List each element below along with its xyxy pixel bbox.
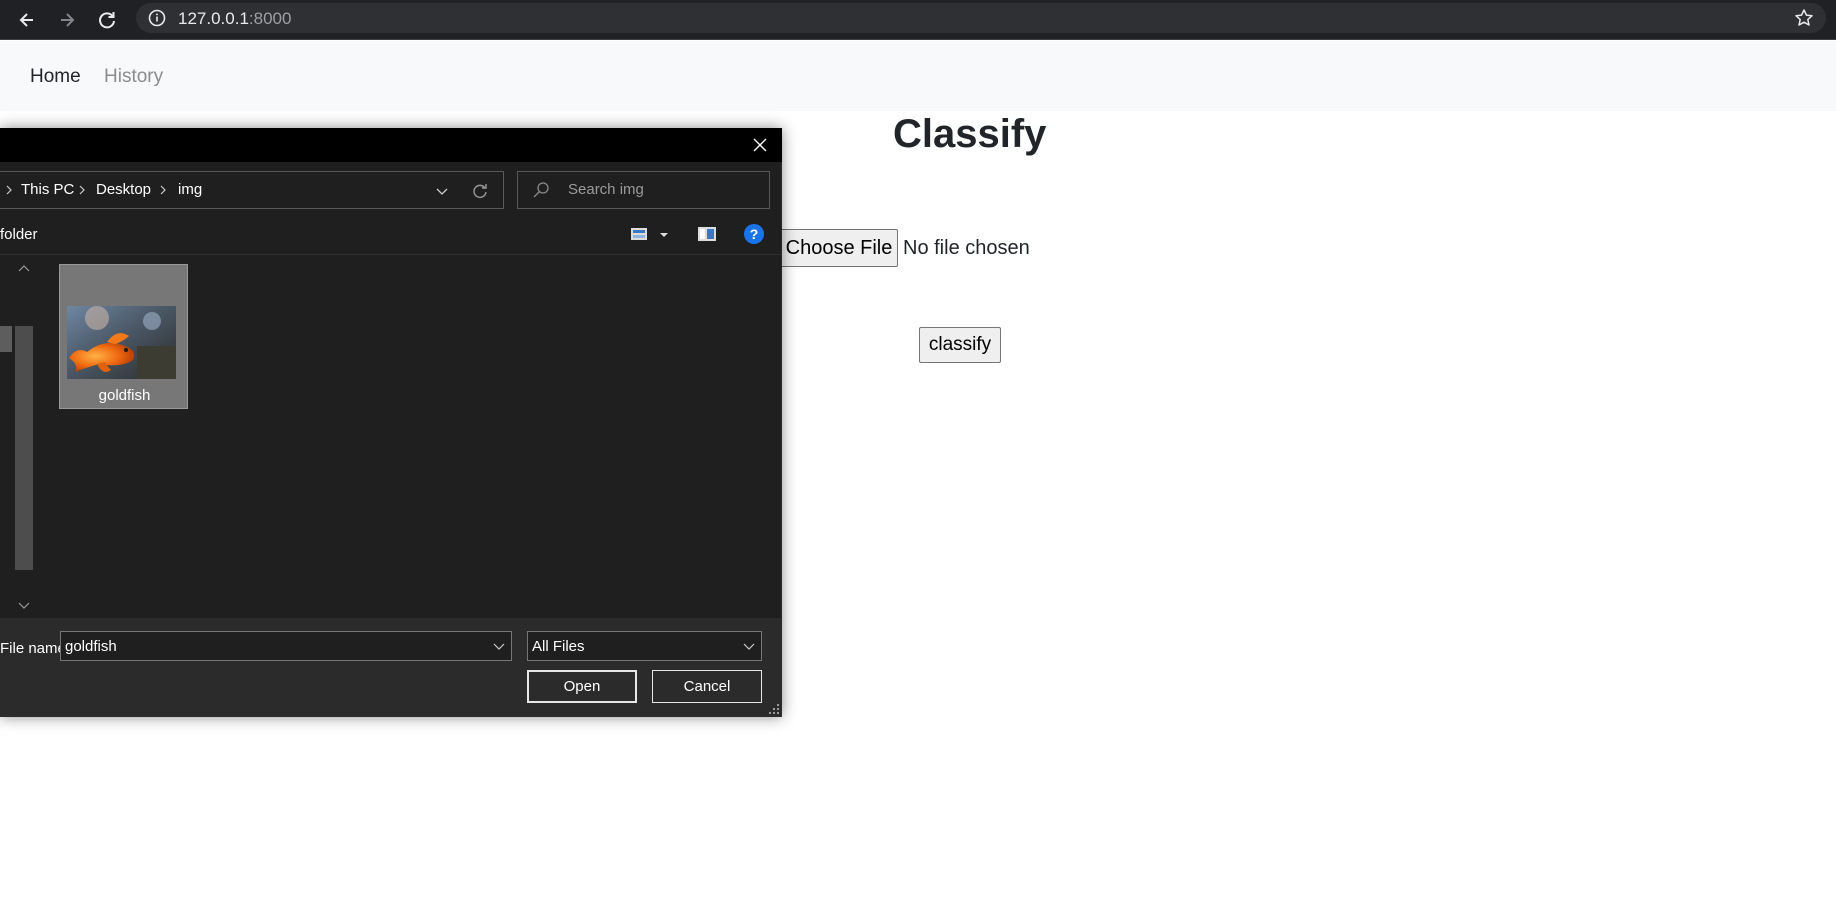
search-icon <box>533 182 549 198</box>
nav-home-link[interactable]: Home <box>30 66 81 88</box>
choose-file-button[interactable]: Choose File <box>780 229 898 267</box>
navigation-pane-scrollbar[interactable] <box>13 256 35 620</box>
scroll-up-icon[interactable] <box>18 264 30 272</box>
new-folder-button[interactable]: folder <box>0 226 38 243</box>
help-icon[interactable]: ? <box>744 224 764 244</box>
chevron-right-icon <box>6 185 12 195</box>
toolbar-divider <box>0 254 782 255</box>
browser-toolbar: 127.0.0.1:8000 <box>0 0 1836 40</box>
dialog-footer: File name: goldfish All Files Open Cance… <box>0 618 782 717</box>
search-placeholder: Search img <box>568 181 644 198</box>
scrollbar-thumb[interactable] <box>15 326 33 570</box>
file-open-dialog: This PC Desktop img Search img folder ? <box>0 128 782 717</box>
file-item-goldfish[interactable]: goldfish <box>59 264 188 409</box>
breadcrumb-desktop[interactable]: Desktop <box>96 181 151 198</box>
breadcrumb-img[interactable]: img <box>178 181 202 198</box>
resize-grip-icon[interactable] <box>768 703 780 715</box>
page-title: Classify <box>893 112 1047 156</box>
classify-button[interactable]: classify <box>919 327 1001 363</box>
site-navbar: Home History <box>0 41 1836 111</box>
goldfish-thumbnail <box>67 306 176 379</box>
reload-icon[interactable] <box>92 5 122 35</box>
filename-value: goldfish <box>65 638 117 655</box>
preview-pane-icon[interactable] <box>697 226 717 242</box>
chevron-down-icon[interactable] <box>493 641 505 651</box>
open-button[interactable]: Open <box>527 670 637 703</box>
nav-pane-selection <box>0 326 12 352</box>
search-input[interactable]: Search img <box>517 171 770 209</box>
nav-history-link[interactable]: History <box>104 66 163 88</box>
filetype-select[interactable]: All Files <box>527 631 762 661</box>
chevron-right-icon <box>79 185 85 195</box>
forward-arrow-icon[interactable] <box>52 5 82 35</box>
address-bar[interactable]: 127.0.0.1:8000 <box>136 3 1826 33</box>
breadcrumb-this-pc[interactable]: This PC <box>21 181 74 198</box>
info-icon[interactable] <box>148 9 166 27</box>
scroll-down-icon[interactable] <box>18 602 30 610</box>
breadcrumb[interactable]: This PC Desktop img <box>0 171 504 209</box>
file-status-text: No file chosen <box>903 237 1030 259</box>
view-options-icon[interactable] <box>630 226 648 242</box>
caret-down-icon[interactable] <box>659 231 669 239</box>
filename-field[interactable]: goldfish <box>60 631 512 661</box>
dialog-titlebar[interactable] <box>0 128 782 162</box>
chevron-down-icon[interactable] <box>743 641 755 651</box>
cancel-button[interactable]: Cancel <box>652 670 762 703</box>
back-arrow-icon[interactable] <box>12 5 42 35</box>
url-text: 127.0.0.1:8000 <box>178 9 292 28</box>
refresh-icon[interactable] <box>470 181 490 201</box>
chevron-down-icon[interactable] <box>434 183 450 199</box>
close-icon[interactable] <box>748 133 772 157</box>
filetype-value: All Files <box>532 638 585 655</box>
file-name-label: goldfish <box>98 387 151 404</box>
chevron-right-icon <box>160 185 166 195</box>
star-icon[interactable] <box>1794 8 1814 28</box>
